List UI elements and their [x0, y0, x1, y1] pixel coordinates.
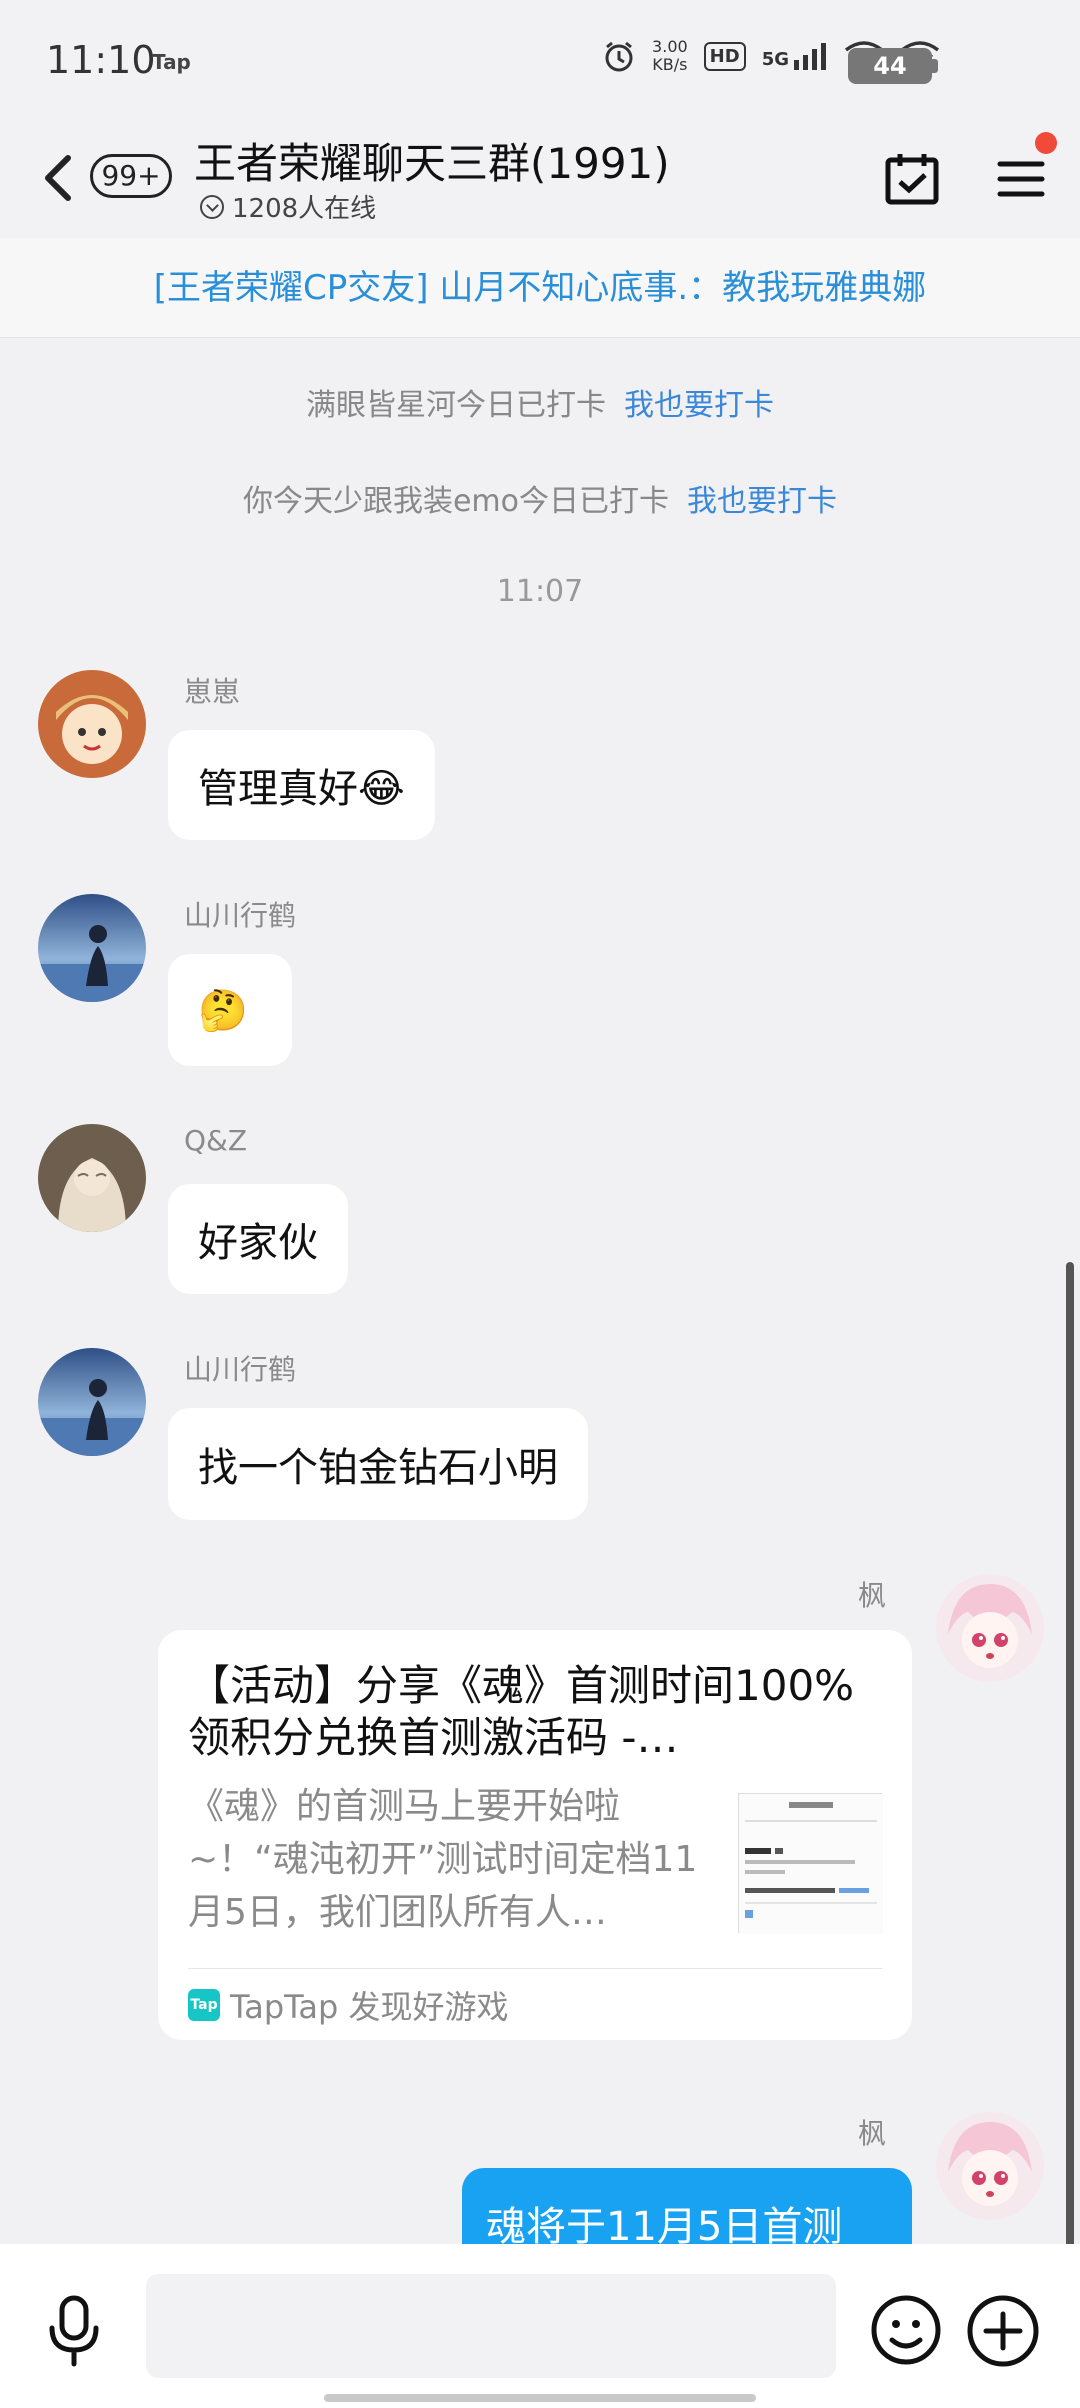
outgoing-message-bubble[interactable]: 魂将于11月5日首测 — [462, 2168, 912, 2244]
notification-dot — [1035, 132, 1057, 154]
hd-icon: HD — [703, 41, 746, 71]
shared-link-card[interactable]: 【活动】分享《魂》首测时间100%领积分兑换首测激活码 -… 《魂》的首测马上要… — [158, 1630, 912, 2040]
checkin-notice: 满眼皆星河今日已打卡 我也要打卡 — [306, 388, 774, 423]
scrollbar[interactable] — [1066, 1262, 1074, 2244]
unread-count-badge[interactable]: 99+ — [90, 154, 172, 198]
announcement-banner[interactable]: [王者荣耀CP交友] 山月不知心底事.：教我玩雅典娜 — [0, 238, 1080, 338]
chat-header: 99+ 王者荣耀聊天三群(1991) 1208人在线 — [0, 120, 1080, 238]
message-timestamp: 11:07 — [496, 574, 584, 609]
avatar[interactable] — [38, 894, 146, 1002]
add-attachment-icon[interactable] — [966, 2294, 1040, 2368]
back-arrow-icon[interactable] — [36, 148, 80, 208]
chat-messages[interactable]: 满眼皆星河今日已打卡 我也要打卡 你今天少跟我装emo今日已打卡 我也要打卡 11:… — [0, 338, 1080, 2244]
sender-name: Q&Z — [184, 1124, 248, 1157]
alarm-icon — [605, 41, 633, 72]
taptap-logo-icon: Tap — [188, 1989, 220, 2021]
sender-name: 山川行鹤 — [184, 1353, 297, 1386]
checkin-notice: 你今天少跟我装emo今日已打卡 我也要打卡 — [242, 484, 838, 519]
network-speed: 3.00 KB/s — [652, 37, 688, 74]
checkin-link[interactable]: 我也要打卡 — [624, 388, 774, 423]
microphone-icon[interactable] — [46, 2294, 102, 2368]
taptap-notification-icon: Tap — [152, 50, 191, 74]
card-title: 【活动】分享《魂》首测时间100%领积分兑换首测激活码 -… — [188, 1661, 855, 1762]
avatar[interactable] — [38, 1348, 146, 1456]
avatar[interactable] — [936, 2112, 1044, 2220]
sender-name: 枫 — [858, 1579, 887, 1612]
message-bubble[interactable]: 管理真好😂 — [168, 730, 435, 840]
sender-name: 山川行鹤 — [184, 899, 297, 932]
checkin-link[interactable]: 我也要打卡 — [687, 484, 837, 519]
card-description: 《魂》的首测马上要开始啦~！“魂沌初开”测试时间定档11月5日，我们团队所有人… — [188, 1786, 698, 1933]
calendar-checkin-icon[interactable] — [884, 150, 940, 206]
avatar[interactable] — [38, 1124, 146, 1232]
message-bubble[interactable]: 🤔 — [168, 954, 292, 1066]
cellular-signal-icon: 5G — [762, 42, 828, 70]
status-time: 11:10 — [46, 38, 156, 82]
divider — [188, 1968, 882, 1969]
menu-icon[interactable] — [996, 154, 1046, 204]
emoji-icon[interactable] — [870, 2294, 942, 2366]
avatar[interactable] — [936, 1574, 1044, 1682]
card-source: Tap TapTap 发现好游戏 — [188, 1982, 509, 2028]
message-input[interactable] — [146, 2274, 836, 2378]
online-count-label: 1208人在线 — [232, 194, 377, 224]
status-bar: 11:10 Tap 3.00 KB/s HD 5G 44 — [0, 0, 1080, 120]
battery-icon: 44 — [848, 48, 938, 84]
message-bubble[interactable]: 找一个铂金钻石小明 — [168, 1408, 588, 1520]
home-indicator[interactable] — [324, 2394, 756, 2402]
chevron-down-icon — [200, 194, 224, 219]
card-source-label: TapTap 发现好游戏 — [230, 1988, 509, 2026]
sender-name: 崽崽 — [184, 675, 241, 708]
card-thumbnail — [738, 1793, 883, 1934]
sender-name: 枫 — [858, 2117, 887, 2150]
avatar[interactable] — [38, 670, 146, 778]
online-count[interactable]: 1208人在线 — [200, 188, 376, 225]
group-title[interactable]: 王者荣耀聊天三群(1991) — [194, 130, 670, 191]
message-bubble[interactable]: 好家伙 — [168, 1184, 348, 1294]
message-input-bar — [0, 2244, 1080, 2408]
